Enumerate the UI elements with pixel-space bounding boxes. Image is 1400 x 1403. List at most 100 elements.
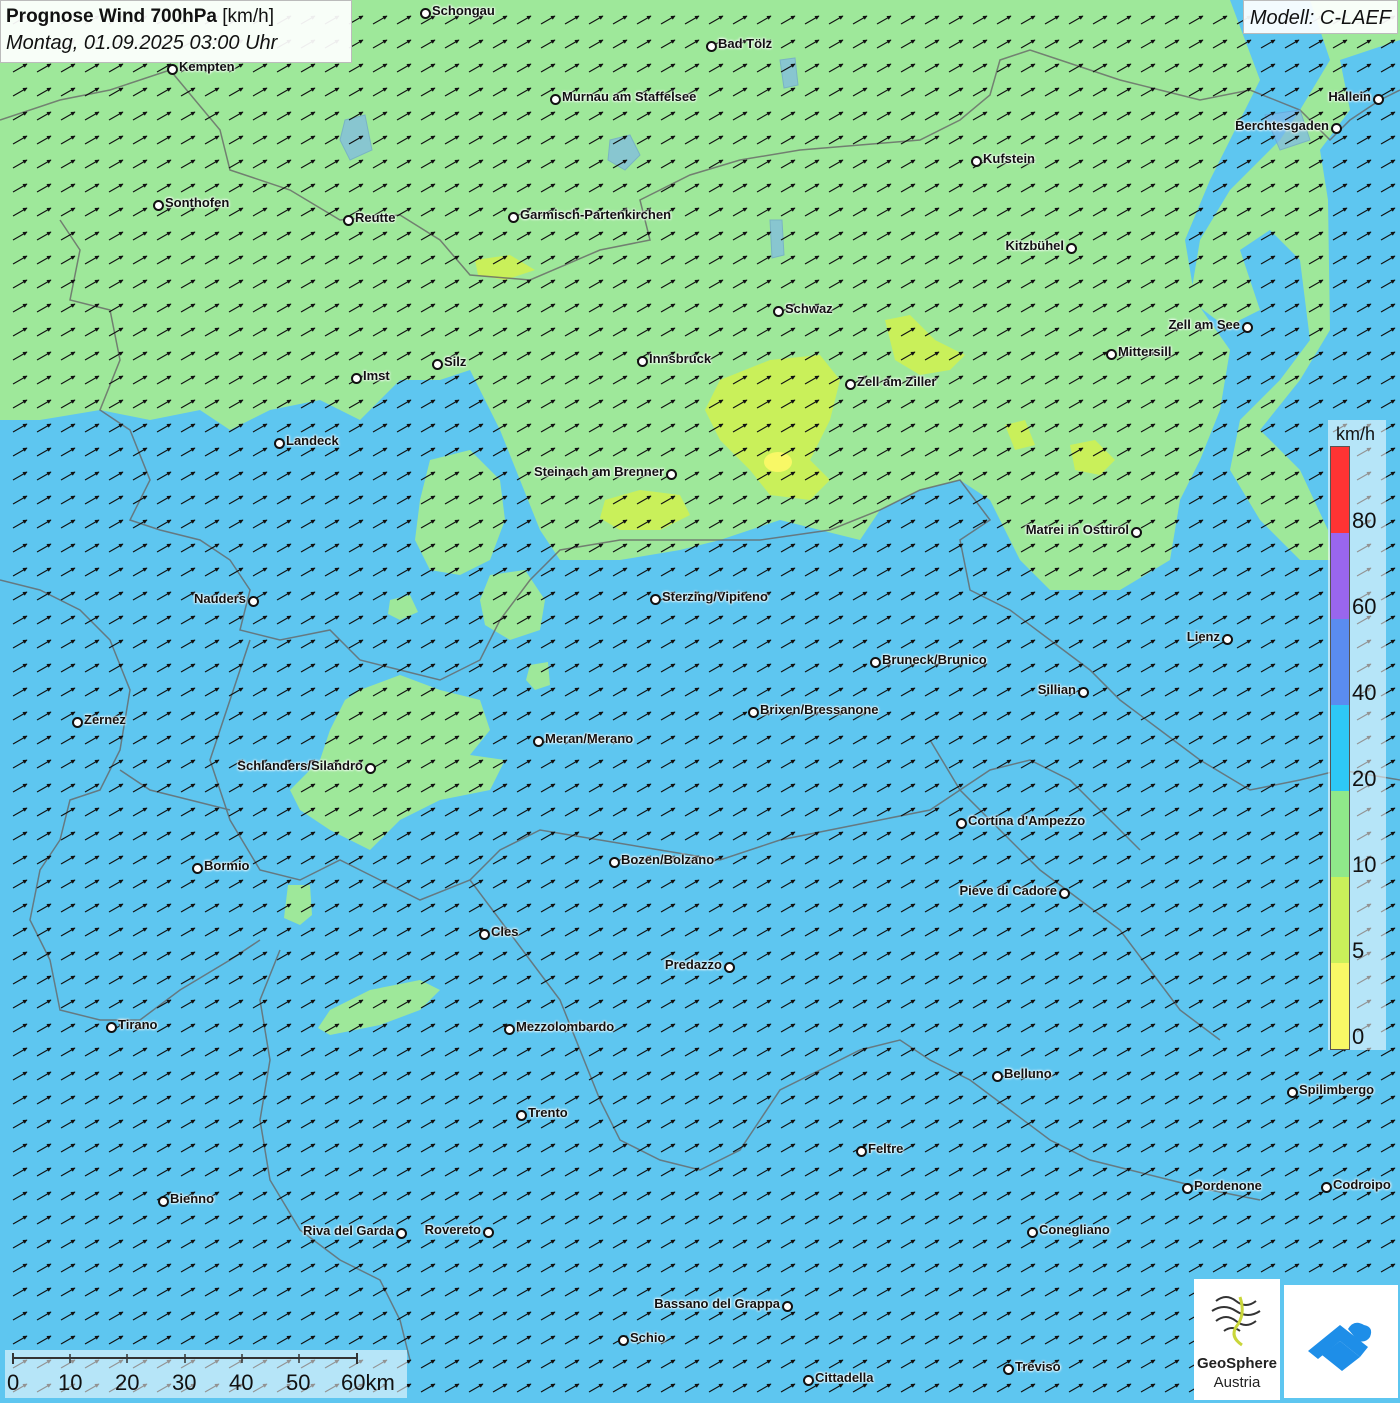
legend-tick-60: 60 [1352,594,1377,619]
city-label: Imst [363,368,390,383]
city-marker [432,359,443,370]
city-label: Feltre [868,1141,904,1156]
city-label: Kitzbühel [1005,238,1065,253]
city-label: Zell am Ziller [857,374,937,389]
city-marker [1131,527,1142,538]
map-title-text: Prognose Wind 700hPa [6,6,217,27]
legend-seg-10-20 [1331,791,1349,877]
city-marker [1242,322,1253,333]
city-label: Berchtesgaden [1235,118,1329,133]
legend-tick-80: 80 [1352,508,1377,533]
city-marker [1182,1183,1193,1194]
city-label: Spilimbergo [1299,1082,1375,1097]
legend-seg-0-5 [1331,963,1349,1049]
city-marker [396,1228,407,1239]
geosphere-sub: Austria [1213,1374,1261,1391]
city-marker [158,1196,169,1207]
city-label: Zell am See [1168,317,1240,332]
city-marker [483,1227,494,1238]
city-label: Kempten [179,59,235,74]
city-marker [1027,1227,1038,1238]
city-marker [504,1024,515,1035]
city-label: Bassano del Grappa [654,1296,780,1311]
legend-seg-40-60 [1331,619,1349,705]
city-label: Codroipo [1333,1177,1391,1192]
city-marker [1373,94,1384,105]
city-marker [609,857,620,868]
city-label: Cortina d'Ampezzo [968,813,1086,828]
geosphere-name: GeoSphere [1196,1355,1278,1372]
city-label: Matrei in Osttirol [1025,522,1129,537]
city-marker [167,64,178,75]
city-marker [1321,1182,1332,1193]
title-box: Prognose Wind 700hPa [km/h] Montag, 01.0… [0,0,352,63]
city-marker [773,306,784,317]
city-marker [1222,634,1233,645]
city-label: Rovereto [424,1222,481,1237]
city-marker [618,1335,629,1346]
color-legend: km/h 80 60 40 20 10 5 0 [1328,420,1386,1050]
city-marker [365,763,376,774]
city-label: Bruneck/Brunico [882,652,987,667]
model-label: Modell: C-LAEF [1242,0,1398,34]
city-marker [153,200,164,211]
scale-label-30: 30 [172,1370,197,1395]
legend-tick-40: 40 [1352,680,1377,705]
city-marker [248,596,259,607]
scale-label-40: 40 [229,1370,254,1395]
map-title: Prognose Wind 700hPa [km/h] [6,5,346,29]
city-label: Schongau [432,3,495,18]
city-label: Bienno [170,1191,215,1206]
city-label: Meran/Merano [545,731,634,746]
city-label: Innsbruck [649,351,712,366]
city-marker [845,379,856,390]
city-label: Treviso [1015,1359,1061,1374]
city-label: Mittersill [1118,344,1172,359]
app-logo[interactable] [1284,1285,1398,1398]
city-marker [650,594,661,605]
city-marker [956,818,967,829]
city-label: Bormio [204,858,250,873]
geosphere-logo[interactable]: GeoSphere Austria [1194,1279,1280,1400]
city-label: Schwaz [785,301,833,316]
city-marker [508,212,519,223]
city-label: Pieve di Cadore [959,883,1057,898]
legend-tick-10: 10 [1352,852,1377,877]
city-marker [782,1301,793,1312]
city-label: Bozen/Bolzano [621,852,715,867]
city-marker [971,156,982,167]
city-marker [343,215,354,226]
city-label: Silz [444,354,467,369]
city-marker [706,41,717,52]
city-marker [479,929,490,940]
city-marker [666,469,677,480]
legend-unit: km/h [1336,424,1376,444]
scale-label-0: 0 [7,1370,20,1395]
city-marker [992,1071,1003,1082]
legend-tick-0: 0 [1352,1024,1365,1049]
legend-seg-60-80 [1331,533,1349,619]
city-label: Lienz [1186,629,1220,644]
city-marker [1003,1364,1014,1375]
city-label: Sillian [1037,682,1076,697]
city-label: Sterzing/Vipiteno [662,589,768,604]
city-marker [870,657,881,668]
city-label: Mezzolombardo [516,1019,615,1034]
legend-seg-80plus [1331,447,1349,533]
city-label: Schlanders/Silandro [237,758,363,773]
city-label: Sonthofen [165,195,230,210]
city-marker [106,1022,117,1033]
city-marker [637,356,648,367]
city-label: Zernez [84,712,126,727]
legend-tick-20: 20 [1352,766,1377,791]
forecast-datetime: Montag, 01.09.2025 03:00 Uhr [6,32,278,54]
city-marker [1287,1087,1298,1098]
app-logo-icon [1308,1322,1372,1371]
geosphere-emblem-icon [1211,1296,1261,1347]
city-marker [192,863,203,874]
city-label: Predazzo [664,957,722,972]
city-marker [748,707,759,718]
city-label: Cles [491,924,519,939]
city-label: Conegliano [1039,1222,1110,1237]
scale-label-50: 50 [286,1370,311,1395]
